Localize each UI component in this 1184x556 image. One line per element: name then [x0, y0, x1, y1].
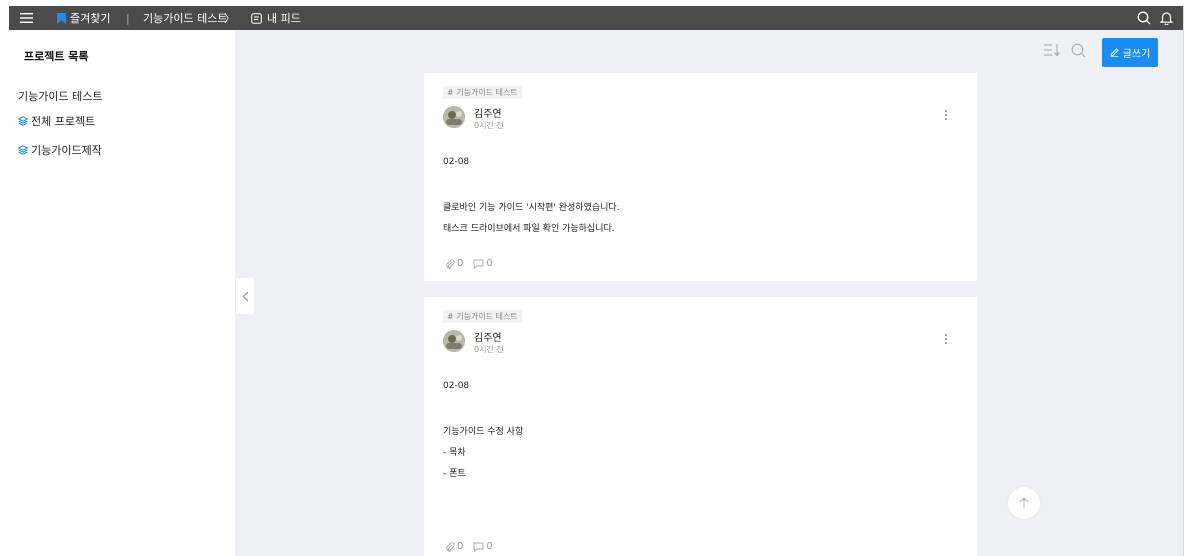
pencil-icon	[1110, 48, 1119, 57]
chevron-left-icon	[242, 291, 248, 301]
author-name[interactable]: 김주연	[474, 105, 502, 120]
sidebar-heading: 프로젝트 목록	[24, 50, 89, 63]
my-feed-button[interactable]: 내 피드	[251, 6, 301, 30]
post-line: 태스크 드라이브에서 파일 확인 가능하십니다.	[443, 224, 615, 234]
sort-icon[interactable]	[1043, 30, 1061, 70]
sidebar-collapse-button[interactable]	[236, 278, 254, 314]
breadcrumb-project[interactable]: 기능가이드 테스트	[143, 6, 227, 30]
author-name[interactable]: 김주연	[474, 329, 502, 344]
more-options-icon[interactable]	[944, 334, 948, 346]
comment-count[interactable]: 0	[486, 258, 492, 269]
layers-icon	[18, 145, 28, 155]
post-meta: 0 0	[445, 258, 493, 269]
post-card[interactable]: # 기능가이드 테스트 김주연 0시간 전 02-08 기능가이드 수정 사항 …	[424, 297, 977, 556]
post-line: 기능가이드 수정 사항	[443, 427, 524, 437]
post-time: 0시간 전	[474, 345, 504, 354]
post-time: 0시간 전	[474, 121, 504, 130]
bookmark-icon	[57, 12, 66, 24]
comment-count[interactable]: 0	[486, 541, 492, 552]
sidebar-item-label: 기능가이드제작	[31, 144, 102, 157]
scroll-to-top-button[interactable]	[1008, 487, 1040, 519]
post-line: - 폰트	[443, 469, 466, 479]
paperclip-icon	[446, 542, 455, 552]
feed-icon	[251, 12, 262, 24]
post-line: 02-08	[443, 381, 470, 391]
chevron-right-icon: 〉	[224, 12, 235, 25]
menu-icon[interactable]	[20, 6, 33, 30]
sidebar: 프로젝트 목록 기능가이드 테스트 전체 프로젝트 기능가이드제작	[9, 30, 235, 556]
app-frame: 즐겨찾기 | 기능가이드 테스트 〉 내 피드 프로젝트 목록 기능가이드 테스…	[9, 6, 1184, 556]
post-line: - 목차	[443, 448, 466, 458]
post-meta: 0 0	[445, 541, 493, 552]
sidebar-item-guide-production[interactable]: 기능가이드제작	[18, 141, 102, 159]
paperclip-icon	[446, 259, 455, 269]
search-icon[interactable]	[1137, 6, 1151, 30]
favorites-label: 즐겨찾기	[70, 12, 111, 25]
feed-label: 내 피드	[267, 12, 301, 25]
avatar[interactable]	[443, 106, 465, 128]
write-label: 글쓰기	[1122, 49, 1151, 60]
comment-icon	[473, 542, 484, 552]
more-options-icon[interactable]	[944, 110, 948, 122]
attachment-count[interactable]: 0	[457, 541, 463, 552]
write-button[interactable]: 글쓰기	[1102, 38, 1158, 67]
arrow-up-icon	[1019, 497, 1029, 508]
top-bar: 즐겨찾기 | 기능가이드 테스트 〉 내 피드	[9, 6, 1184, 30]
sidebar-section-title[interactable]: 기능가이드 테스트	[18, 88, 102, 104]
post-line: 02-08	[443, 157, 470, 167]
sidebar-item-label: 전체 프로젝트	[31, 115, 96, 128]
project-tag[interactable]: # 기능가이드 테스트	[443, 310, 522, 323]
favorites-button[interactable]: 즐겨찾기	[57, 6, 110, 30]
separator: |	[126, 11, 130, 25]
project-tag[interactable]: # 기능가이드 테스트	[443, 86, 522, 99]
sidebar-item-all-projects[interactable]: 전체 프로젝트	[18, 112, 95, 130]
bell-icon[interactable]	[1160, 6, 1173, 30]
comment-icon	[473, 259, 484, 269]
post-line: 클로바인 기능 가이드 '시작편' 완성하였습니다.	[443, 203, 620, 213]
attachment-count[interactable]: 0	[457, 258, 463, 269]
post-card[interactable]: # 기능가이드 테스트 김주연 0시간 전 02-08 클로바인 기능 가이드 …	[424, 73, 977, 281]
avatar[interactable]	[443, 330, 465, 352]
layers-icon	[18, 116, 28, 126]
search-posts-icon[interactable]	[1071, 30, 1086, 70]
